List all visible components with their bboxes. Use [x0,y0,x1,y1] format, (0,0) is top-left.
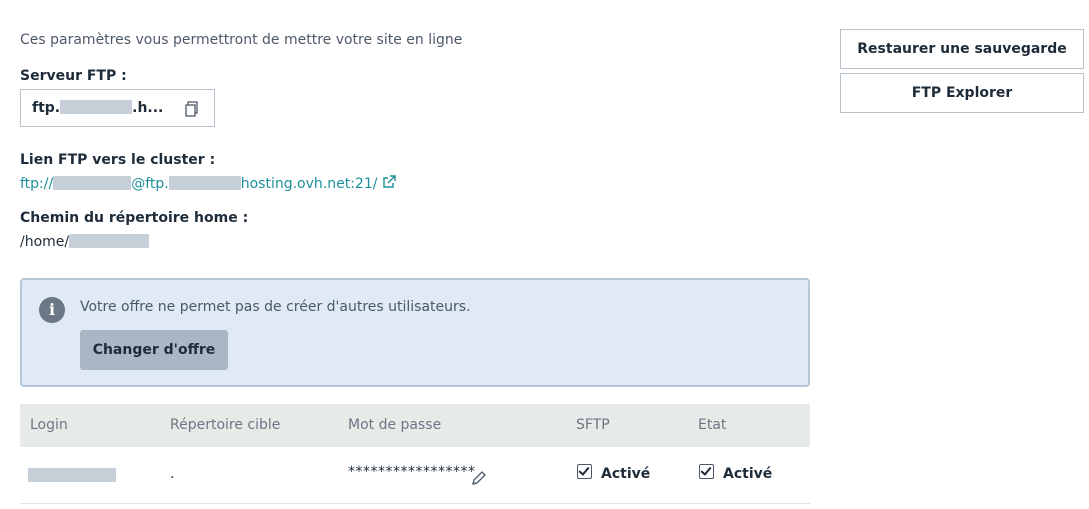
ftp-server-field[interactable]: ftp. .h... [20,89,215,127]
info-icon: i [39,297,65,323]
sftp-checkbox-icon[interactable] [577,464,592,479]
home-path-value: /home/ [20,234,150,250]
restore-backup-button[interactable]: Restaurer une sauvegarde [840,29,1084,69]
ftp-cluster-link[interactable]: ftp://@ftp. hosting.ovh.net:21/ [20,175,396,192]
change-offer-button[interactable]: Changer d'offre [80,330,228,370]
table-row: . ***************** Activé Activé [20,447,810,504]
ftp-server-label: Serveur FTP : [20,68,127,84]
login-value [28,468,116,484]
state-checkbox-icon[interactable] [699,464,714,479]
table-header: Login Répertoire cible Mot de passe SFTP… [20,404,810,447]
column-password[interactable]: Mot de passe [348,417,441,433]
column-login[interactable]: Login [30,417,68,433]
copy-icon[interactable] [184,101,200,117]
info-box: i Votre offre ne permet pas de créer d'a… [20,278,810,387]
sftp-status[interactable]: Activé [577,464,650,482]
column-target-dir[interactable]: Répertoire cible [170,417,280,433]
target-dir-value: . [170,466,175,482]
ftp-server-value: ftp. .h... [32,100,164,116]
home-path-label: Chemin du répertoire home : [20,210,249,226]
column-sftp[interactable]: SFTP [576,417,610,433]
intro-text: Ces paramètres vous permettront de mettr… [20,32,463,48]
info-message: Votre offre ne permet pas de créer d'aut… [80,299,471,315]
edit-password-icon[interactable] [470,469,488,487]
ftp-explorer-button[interactable]: FTP Explorer [840,73,1084,113]
password-value: ***************** [348,464,476,480]
column-state[interactable]: Etat [698,417,726,433]
external-link-icon [383,175,396,188]
state-status[interactable]: Activé [699,464,772,482]
ftp-link-label: Lien FTP vers le cluster : [20,152,216,168]
